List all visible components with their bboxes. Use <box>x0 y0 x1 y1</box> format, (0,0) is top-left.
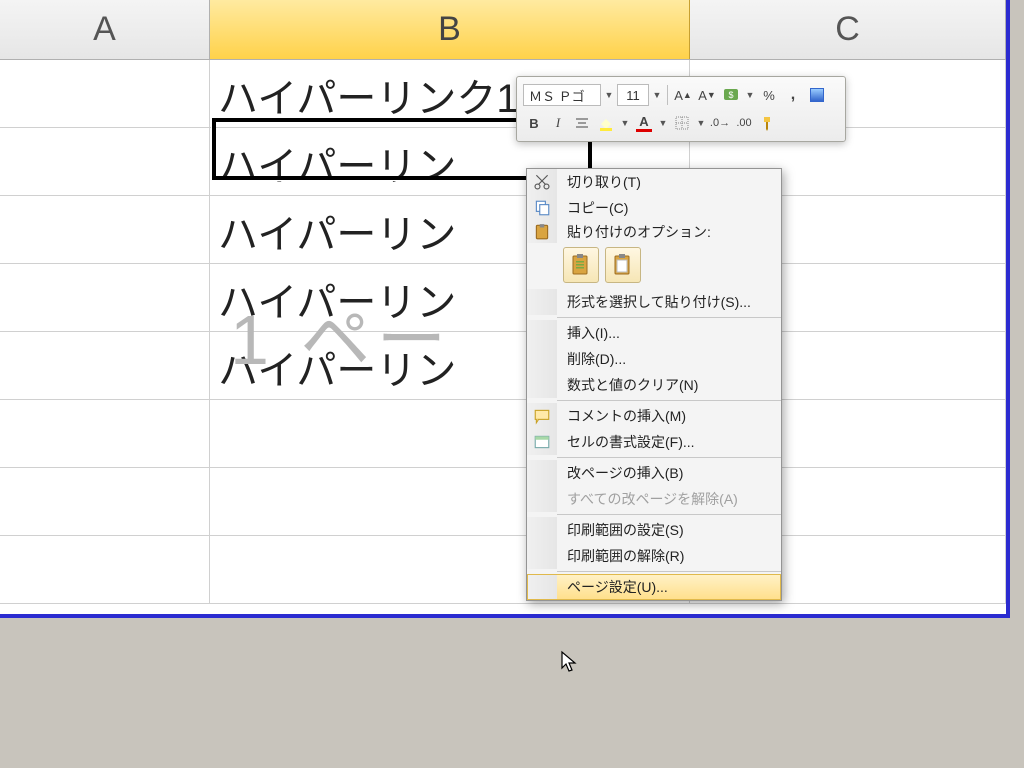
mini-toolbar: ＭＳ Ｐゴ ▼ 11 ▼ A▲ A▼ $ ▼ % , B I ▼ A ▼ ▼ .… <box>516 76 846 142</box>
cell-a8[interactable] <box>0 536 210 603</box>
menu-separator <box>557 317 781 318</box>
table-row <box>0 468 1006 536</box>
menu-separator <box>557 457 781 458</box>
menu-format-cells-label: セルの書式設定(F)... <box>557 429 781 455</box>
merge-center-button[interactable] <box>806 84 828 106</box>
menu-copy[interactable]: コピー(C) <box>527 195 781 221</box>
menu-separator <box>557 571 781 572</box>
separator <box>667 85 668 105</box>
italic-button[interactable]: I <box>547 112 569 134</box>
clipboard-icon <box>533 223 551 241</box>
font-color-button[interactable]: A <box>633 112 655 134</box>
cell-a6[interactable] <box>0 400 210 467</box>
menu-separator <box>557 514 781 515</box>
menu-delete[interactable]: 削除(D)... <box>527 346 781 372</box>
column-headers: A B C <box>0 0 1006 60</box>
decrease-decimal-button[interactable]: .00 <box>733 112 755 134</box>
comma-style-button[interactable]: , <box>782 84 804 106</box>
comment-icon <box>533 407 551 425</box>
fill-color-button[interactable] <box>595 112 617 134</box>
menu-reset-page-breaks: すべての改ページを解除(A) <box>527 486 781 512</box>
menu-insert-page-break-label: 改ページの挿入(B) <box>557 460 781 486</box>
context-menu: 切り取り(T) コピー(C) 貼り付けのオプション: 形式を選択して貼り付け(S… <box>526 168 782 601</box>
menu-format-cells[interactable]: セルの書式設定(F)... <box>527 429 781 455</box>
format-cells-icon <box>533 433 551 451</box>
menu-set-print-area[interactable]: 印刷範囲の設定(S) <box>527 517 781 543</box>
borders-dropdown-icon[interactable]: ▼ <box>695 118 707 128</box>
format-painter-button[interactable] <box>757 112 779 134</box>
menu-insert[interactable]: 挿入(I)... <box>527 320 781 346</box>
mouse-cursor-icon <box>560 650 580 680</box>
worksheet-area[interactable]: A B C ハイパーリンク1 ハイパーリン ハイパーリン ハイパーリン ハイパー… <box>0 0 1010 618</box>
cell-a4[interactable] <box>0 264 210 331</box>
menu-paste-options-header: 貼り付けのオプション: <box>527 221 781 243</box>
percent-button[interactable]: % <box>758 84 780 106</box>
menu-cut[interactable]: 切り取り(T) <box>527 169 781 195</box>
menu-set-print-area-label: 印刷範囲の設定(S) <box>557 517 781 543</box>
grow-font-button[interactable]: A▲ <box>672 84 694 106</box>
menu-clear-label: 数式と値のクリア(N) <box>557 372 781 398</box>
shrink-font-button[interactable]: A▼ <box>696 84 718 106</box>
font-size-dropdown-icon[interactable]: ▼ <box>651 90 663 100</box>
menu-reset-page-breaks-label: すべての改ページを解除(A) <box>557 486 781 512</box>
cell-a5[interactable] <box>0 332 210 399</box>
accounting-dropdown-icon[interactable]: ▼ <box>744 90 756 100</box>
borders-button[interactable] <box>671 112 693 134</box>
copy-icon <box>533 199 551 217</box>
menu-paste-options-label: 貼り付けのオプション: <box>557 221 781 243</box>
font-size-field[interactable]: 11 <box>617 84 649 106</box>
table-row <box>0 536 1006 604</box>
fill-color-dropdown-icon[interactable]: ▼ <box>619 118 631 128</box>
paste-options-row <box>527 243 781 289</box>
cell-a3[interactable] <box>0 196 210 263</box>
clipboard-values-icon <box>611 253 635 277</box>
table-row: ハイパーリン <box>0 128 1006 196</box>
menu-cut-label: 切り取り(T) <box>557 169 781 195</box>
increase-decimal-button[interactable]: .0→ <box>709 112 731 134</box>
accounting-format-button[interactable]: $ <box>720 84 742 106</box>
menu-page-setup[interactable]: ページ設定(U)... <box>527 574 781 600</box>
cell-a1[interactable] <box>0 60 210 127</box>
menu-paste-special-label: 形式を選択して貼り付け(S)... <box>557 289 781 315</box>
font-name-dropdown-icon[interactable]: ▼ <box>603 90 615 100</box>
column-header-b[interactable]: B <box>210 0 690 59</box>
table-row <box>0 400 1006 468</box>
paste-option-default[interactable] <box>563 247 599 283</box>
scissors-icon <box>533 173 551 191</box>
table-row: ハイパーリン <box>0 264 1006 332</box>
font-name-field[interactable]: ＭＳ Ｐゴ <box>523 84 601 106</box>
column-header-c[interactable]: C <box>690 0 1006 59</box>
menu-paste-special[interactable]: 形式を選択して貼り付け(S)... <box>527 289 781 315</box>
menu-insert-comment-label: コメントの挿入(M) <box>557 403 781 429</box>
clipboard-paste-icon <box>569 253 593 277</box>
svg-text:$: $ <box>728 90 733 100</box>
cell-a7[interactable] <box>0 468 210 535</box>
menu-page-setup-label: ページ設定(U)... <box>557 574 781 600</box>
font-color-dropdown-icon[interactable]: ▼ <box>657 118 669 128</box>
cell-a2[interactable] <box>0 128 210 195</box>
menu-clear[interactable]: 数式と値のクリア(N) <box>527 372 781 398</box>
table-row: ハイパーリンク1 <box>0 60 1006 128</box>
menu-insert-comment[interactable]: コメントの挿入(M) <box>527 403 781 429</box>
table-row: ハイパーリン <box>0 196 1006 264</box>
paste-option-values[interactable] <box>605 247 641 283</box>
column-header-a[interactable]: A <box>0 0 210 59</box>
menu-clear-print-area-label: 印刷範囲の解除(R) <box>557 543 781 569</box>
table-row: ハイパーリン <box>0 332 1006 400</box>
menu-copy-label: コピー(C) <box>557 195 781 221</box>
bold-button[interactable]: B <box>523 112 545 134</box>
menu-clear-print-area[interactable]: 印刷範囲の解除(R) <box>527 543 781 569</box>
grid[interactable]: ハイパーリンク1 ハイパーリン ハイパーリン ハイパーリン ハイパーリン <box>0 60 1006 604</box>
align-center-button[interactable] <box>571 112 593 134</box>
menu-insert-page-break[interactable]: 改ページの挿入(B) <box>527 460 781 486</box>
menu-delete-label: 削除(D)... <box>557 346 781 372</box>
menu-separator <box>557 400 781 401</box>
menu-insert-label: 挿入(I)... <box>557 320 781 346</box>
